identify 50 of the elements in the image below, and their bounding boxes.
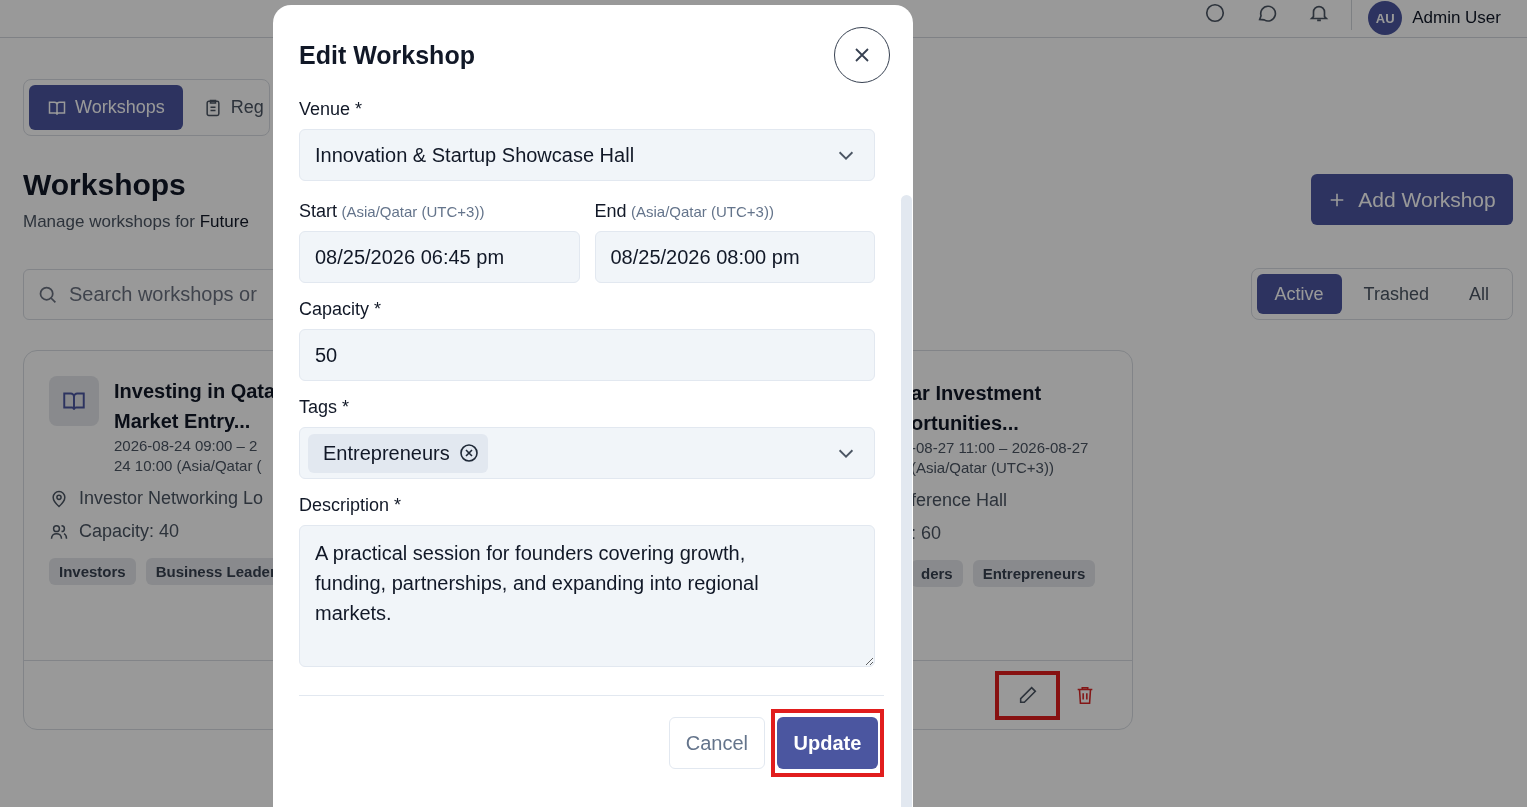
- workshop-title: ar Investment: [911, 381, 1043, 406]
- workshop-time: -08-27 11:00 – 2026-08-27: [911, 438, 1089, 458]
- user-avatar[interactable]: AU: [1368, 1, 1403, 35]
- field-label: Start: [299, 201, 337, 221]
- filter-tab[interactable]: Active: [1256, 274, 1342, 314]
- workshop-title: ortunities...: [911, 411, 1020, 436]
- scrollbar-track[interactable]: [901, 195, 912, 807]
- workshop-title: Investing in Qata: [114, 379, 276, 404]
- help-icon[interactable]: [1204, 2, 1227, 24]
- description-field[interactable]: A practical session for founders covering growth, funding, partnerships, and expanding into regional markets.: [299, 525, 875, 667]
- workshop-venue: ference Hall: [911, 490, 1008, 511]
- field-label: Description *: [299, 495, 403, 516]
- tags-select[interactable]: Entrepreneurs: [299, 427, 875, 479]
- workshop-capacity: Capacity: 40: [79, 521, 180, 542]
- page-subtitle: Manage workshops for Future: [23, 212, 249, 232]
- field-label: Capacity *: [299, 299, 383, 320]
- nav-tab[interactable]: Workshops: [29, 85, 183, 130]
- field-label: Venue *: [299, 99, 364, 120]
- filter-tab[interactable]: Trashed: [1345, 274, 1447, 314]
- start-date-field[interactable]: 08/25/2026 06:45 pm: [299, 231, 580, 283]
- tag-chip: Investors: [49, 558, 136, 585]
- nav-tab[interactable]: Reg: [188, 85, 264, 130]
- workshop-title: Market Entry...: [114, 409, 252, 434]
- add-workshop-button[interactable]: Add Workshop: [1311, 174, 1513, 225]
- remove-icon[interactable]: [458, 443, 479, 463]
- workshop-time: 2026-08-24 09:00 – 2: [114, 436, 259, 456]
- timezone-hint: (Asia/Qatar (UTC+3)): [631, 203, 774, 220]
- filter-tab[interactable]: All: [1451, 274, 1507, 314]
- tag-chip: Entrepreneurs: [972, 560, 1096, 587]
- timezone-hint: (Asia/Qatar (UTC+3)): [341, 203, 485, 220]
- tag-chip: Entrepreneurs: [308, 433, 488, 473]
- field-label: End: [594, 201, 627, 221]
- cancel-button[interactable]: Cancel: [668, 717, 765, 769]
- page-title: Workshops: [23, 168, 187, 202]
- workshop-time: 24 10:00 (Asia/Qatar (: [114, 456, 263, 476]
- venue-select[interactable]: Innovation & Startup Showcase Hall: [299, 129, 875, 181]
- close-button[interactable]: [834, 27, 890, 83]
- capacity-field[interactable]: 50: [299, 329, 875, 381]
- book-icon: [49, 376, 99, 426]
- field-label: Tags *: [299, 397, 351, 418]
- tag-chip: ders: [911, 560, 963, 587]
- workshop-venue: Investor Networking Lo: [79, 488, 264, 509]
- workshop-capacity: : 60: [911, 523, 942, 544]
- end-date-field[interactable]: 08/25/2026 08:00 pm: [594, 231, 875, 283]
- chat-icon[interactable]: [1256, 2, 1279, 24]
- location-pin-icon: [49, 488, 69, 509]
- update-button[interactable]: Update: [777, 717, 878, 769]
- dialog-title: Edit Workshop: [299, 40, 475, 70]
- user-name[interactable]: Admin User: [1412, 8, 1501, 28]
- workshop-time: (Asia/Qatar (UTC+3)): [911, 458, 1055, 478]
